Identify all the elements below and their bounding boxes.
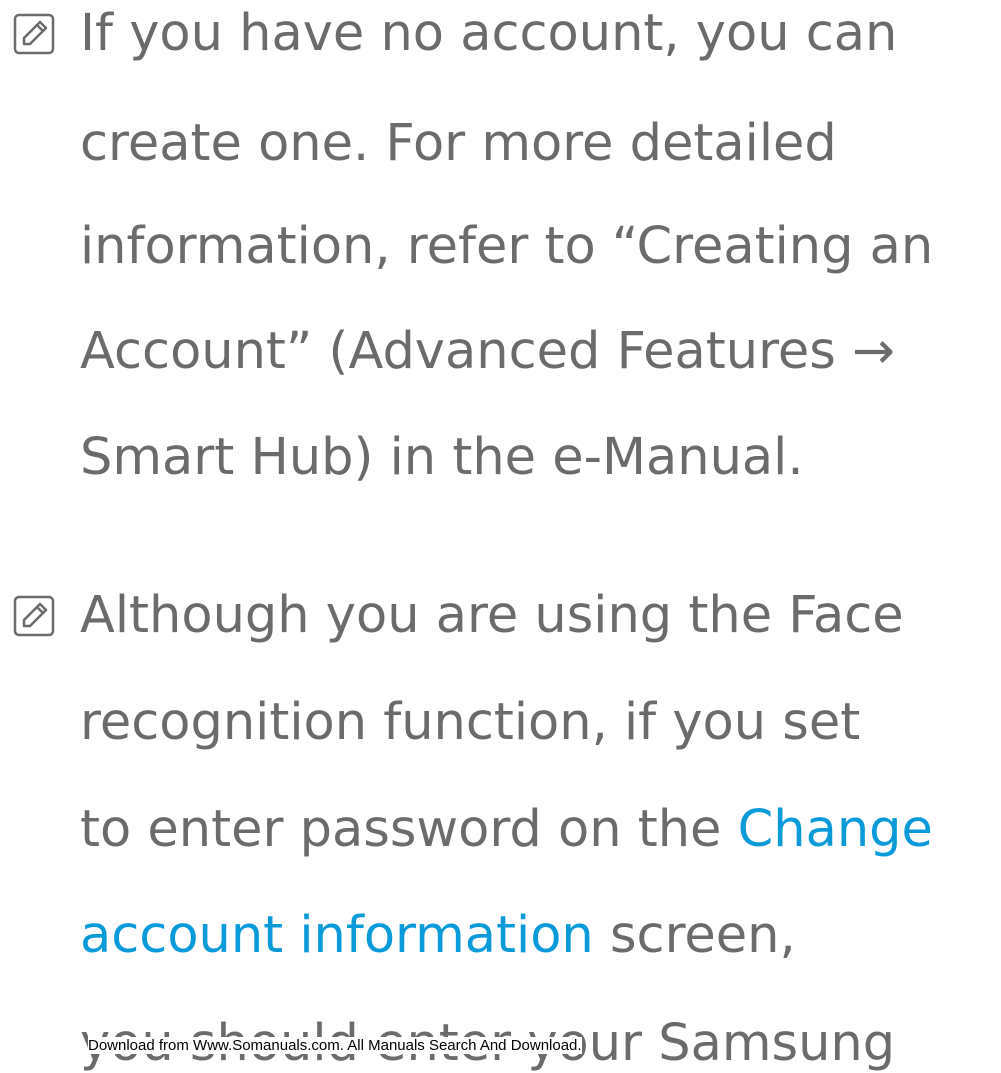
note2-line-4: account information screen, [80, 910, 796, 961]
note2-line-4-text: screen, [593, 906, 796, 965]
note1-line-3: information, refer to “Creating an [80, 217, 934, 276]
note2-line-3: to enter password on the Change [80, 804, 933, 855]
change-account-link-part1: Change [737, 800, 933, 859]
note1-line-1: If you have no account, you can [80, 4, 898, 63]
note1-line-2: create one. For more detailed [80, 114, 837, 173]
note2-line-2: recognition function, if you set [80, 693, 861, 752]
note-icon [13, 13, 55, 55]
note2-line-1: Although you are using the Face [80, 586, 904, 645]
note1-line-5: Smart Hub) in the e-Manual. [80, 428, 804, 487]
download-footer: Download from Www.Somanuals.com. All Man… [88, 1037, 582, 1054]
change-account-link-part2: account information [80, 906, 594, 965]
note-icon [13, 595, 55, 637]
note1-line-4: Account” (Advanced Features → [80, 322, 895, 381]
note2-line-3-text: to enter password on the [80, 800, 738, 859]
